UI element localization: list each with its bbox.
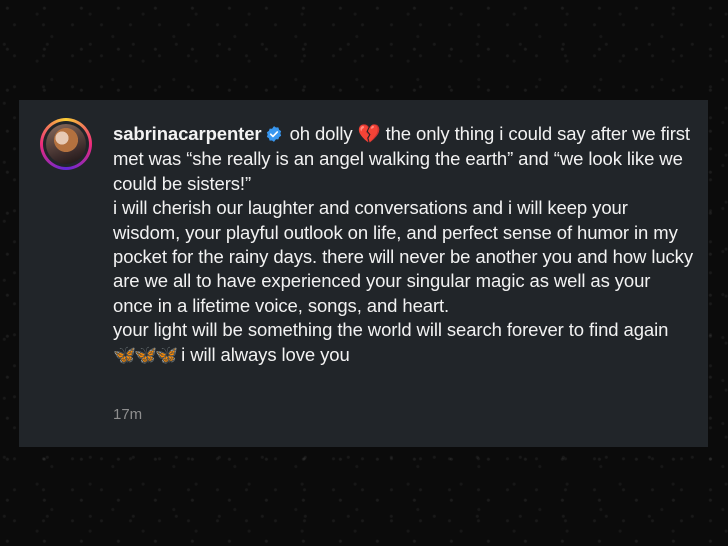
comment-text-part: oh dolly	[289, 123, 353, 144]
verified-badge-icon	[266, 126, 281, 142]
instagram-comment-card: sabrinacarpenter oh dolly 💔 the only thi…	[19, 100, 708, 447]
username[interactable]: sabrinacarpenter	[113, 123, 262, 144]
timestamp[interactable]: 17m	[113, 406, 142, 423]
profile-photo	[46, 124, 86, 164]
butterfly-icon: 🦋🦋🦋	[113, 344, 178, 366]
comment-paragraph: i will cherish our laughter and conversa…	[113, 197, 693, 316]
broken-heart-icon: 💔	[357, 124, 381, 145]
avatar[interactable]	[40, 118, 92, 170]
comment-text: sabrinacarpenter oh dolly 💔 the only thi…	[113, 122, 693, 368]
comment-text-part: your light will be something the world w…	[113, 319, 669, 341]
comment-text-part: i will always love you	[181, 343, 350, 365]
